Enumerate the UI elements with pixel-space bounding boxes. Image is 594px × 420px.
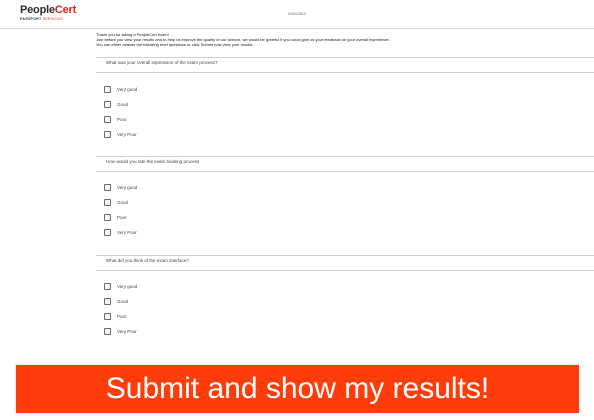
answer-checkbox[interactable]	[104, 229, 111, 236]
answer-checkbox[interactable]	[104, 101, 111, 108]
answer-label: Very good	[117, 87, 138, 92]
answer-option[interactable]: Very Poor	[104, 127, 594, 142]
answer-option[interactable]: Very good	[104, 279, 594, 294]
answer-option[interactable]: Poor	[104, 112, 594, 127]
answer-label: Poor	[117, 215, 127, 220]
answer-label: Very good	[117, 284, 138, 289]
answer-label: Very Poor	[117, 230, 137, 235]
feedback-page: PeopleCert PASSPORT SERVICES 01/01/2012 …	[0, 0, 594, 420]
question-1: What was your overall impression of the …	[96, 57, 594, 142]
question-3: What did you think of the exam interface…	[96, 255, 594, 339]
logo-tagline-services: SERVICES	[42, 17, 63, 21]
answer-label: Good	[117, 200, 129, 205]
answer-option[interactable]: Very Poor	[104, 324, 594, 339]
answer-option[interactable]: Very good	[104, 180, 594, 195]
intro-text: Thank you for taking a PeopleCert exam! …	[96, 32, 594, 47]
answer-option[interactable]: Very Poor	[104, 225, 594, 240]
answer-label: Good	[117, 102, 129, 107]
answer-checkbox[interactable]	[104, 184, 111, 191]
answer-checkbox[interactable]	[104, 199, 111, 206]
answer-checkbox[interactable]	[104, 283, 111, 290]
answer-checkbox[interactable]	[104, 298, 111, 305]
answer-option[interactable]: Poor	[104, 309, 594, 324]
answer-label: Good	[117, 299, 129, 304]
intro-instructions: You can either answer the following brie…	[96, 42, 254, 47]
submit-results-button[interactable]: Submit and show my results!	[16, 365, 579, 413]
answer-checkbox[interactable]	[104, 131, 111, 138]
answer-label: Very good	[117, 185, 138, 190]
answer-options: Very good Good Poor Very Poor	[96, 172, 594, 240]
answer-label: Very Poor	[117, 329, 137, 334]
logo-tagline: PASSPORT SERVICES	[20, 17, 76, 22]
answer-label: Poor	[117, 117, 127, 122]
answer-checkbox[interactable]	[104, 214, 111, 221]
header-date: 01/01/2012	[288, 12, 306, 16]
question-text: What did you think of the exam interface…	[106, 258, 189, 263]
question-text: How would you rate the exam booking proc…	[106, 159, 200, 164]
answer-options: Very good Good Poor Very Poor	[96, 271, 594, 339]
answer-option[interactable]: Good	[104, 195, 594, 210]
top-header: PeopleCert PASSPORT SERVICES 01/01/2012	[0, 0, 594, 29]
question-2: How would you rate the exam booking proc…	[96, 156, 594, 240]
answer-option[interactable]: Poor	[104, 210, 594, 225]
answer-checkbox[interactable]	[104, 313, 111, 320]
answer-option[interactable]: Very good	[104, 82, 594, 97]
answer-option[interactable]: Good	[104, 97, 594, 112]
answer-checkbox[interactable]	[104, 116, 111, 123]
answer-options: Very good Good Poor Very Poor	[96, 73, 594, 142]
answer-label: Very Poor	[117, 132, 137, 137]
answer-label: Poor	[117, 314, 127, 319]
answer-option[interactable]: Good	[104, 294, 594, 309]
answer-checkbox[interactable]	[104, 328, 111, 335]
logo-tagline-passport: PASSPORT	[20, 17, 42, 21]
question-text: What was your overall impression of the …	[106, 60, 218, 65]
answer-checkbox[interactable]	[104, 86, 111, 93]
